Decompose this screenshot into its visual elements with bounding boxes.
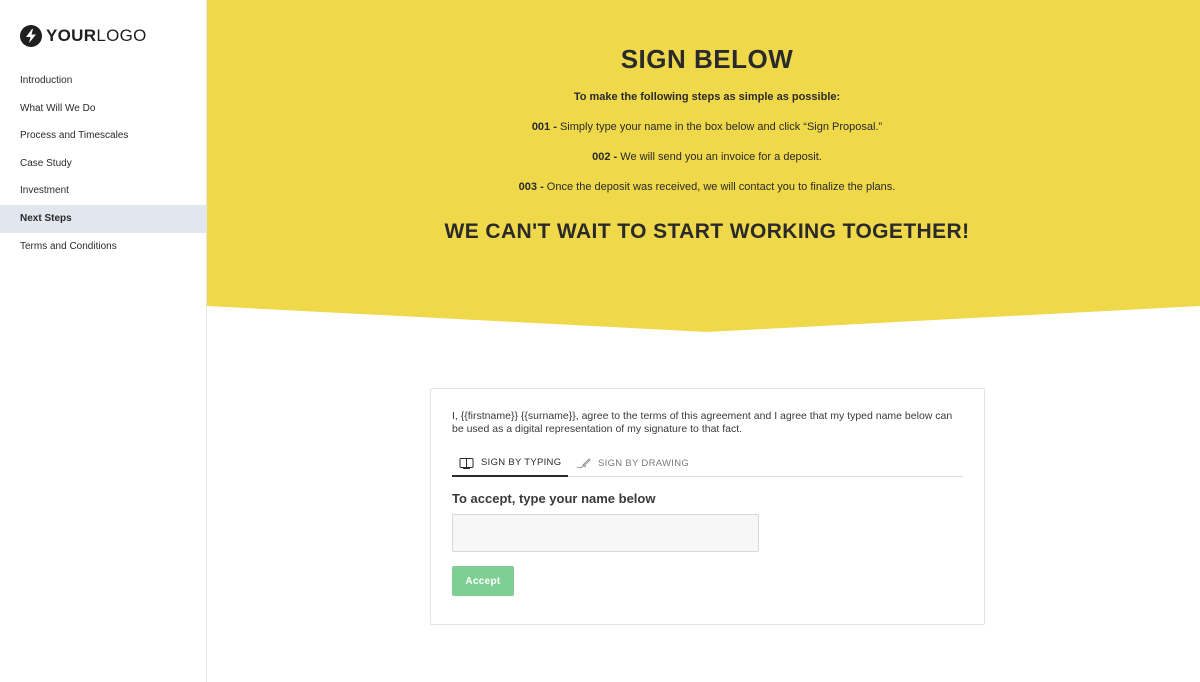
accept-instruction: To accept, type your name below xyxy=(452,491,656,506)
step-item: 002 - We will send you an invoice for a … xyxy=(207,151,1200,163)
sidebar-item-what-will-we-do[interactable]: What Will We Do xyxy=(0,95,207,123)
step-text: Once the deposit was received, we will c… xyxy=(543,181,896,193)
pen-icon xyxy=(576,457,591,470)
sidebar-item-terms-and-conditions[interactable]: Terms and Conditions xyxy=(0,233,207,261)
sidebar-item-introduction[interactable]: Introduction xyxy=(0,67,207,95)
tab-label: SIGN BY DRAWING xyxy=(598,458,690,469)
tagline: WE CAN'T WAIT TO START WORKING TOGETHER! xyxy=(444,220,970,243)
step-text: We will send you an invoice for a deposi… xyxy=(617,151,822,163)
hero-section: SIGN BELOW To make the following steps a… xyxy=(207,0,1200,332)
tab-label: SIGN BY TYPING xyxy=(481,457,562,468)
logo-text: YOURLOGO xyxy=(46,26,147,46)
step-item: 001 - Simply type your name in the box b… xyxy=(207,121,1200,133)
step-item: 003 - Once the deposit was received, we … xyxy=(207,181,1200,193)
sidebar: YOURLOGO Introduction What Will We Do Pr… xyxy=(0,0,207,682)
logo[interactable]: YOURLOGO xyxy=(20,25,147,47)
sidebar-item-investment[interactable]: Investment xyxy=(0,177,207,205)
logo-text-light: LOGO xyxy=(96,26,147,45)
step-number: 001 - xyxy=(531,121,557,133)
accept-button[interactable]: Accept xyxy=(452,566,514,596)
signature-card: I, {{firstname}} {{surname}}, agree to t… xyxy=(430,388,985,625)
lightning-bolt-icon xyxy=(20,25,42,47)
agreement-text: I, {{firstname}} {{surname}}, agree to t… xyxy=(452,410,953,435)
step-number: 002 - xyxy=(592,151,618,163)
logo-text-bold: YOUR xyxy=(46,26,97,45)
sidebar-item-case-study[interactable]: Case Study xyxy=(0,150,207,178)
page-title: SIGN BELOW xyxy=(620,44,794,74)
tab-sign-by-drawing[interactable]: SIGN BY DRAWING xyxy=(576,450,689,477)
tab-sign-by-typing[interactable]: SIGN BY TYPING xyxy=(452,450,569,477)
keyboard-icon xyxy=(459,457,474,469)
sidebar-nav: Introduction What Will We Do Process and… xyxy=(0,67,207,260)
step-text: Simply type your name in the box below a… xyxy=(556,121,883,133)
signature-tabs: SIGN BY TYPING SIGN BY DRAWING xyxy=(452,450,963,477)
step-number: 003 - xyxy=(518,181,544,193)
sidebar-item-process-and-timescales[interactable]: Process and Timescales xyxy=(0,122,207,150)
steps-intro: To make the following steps as simple as… xyxy=(573,91,841,103)
name-input[interactable] xyxy=(452,514,759,552)
sidebar-item-next-steps[interactable]: Next Steps xyxy=(0,204,207,233)
